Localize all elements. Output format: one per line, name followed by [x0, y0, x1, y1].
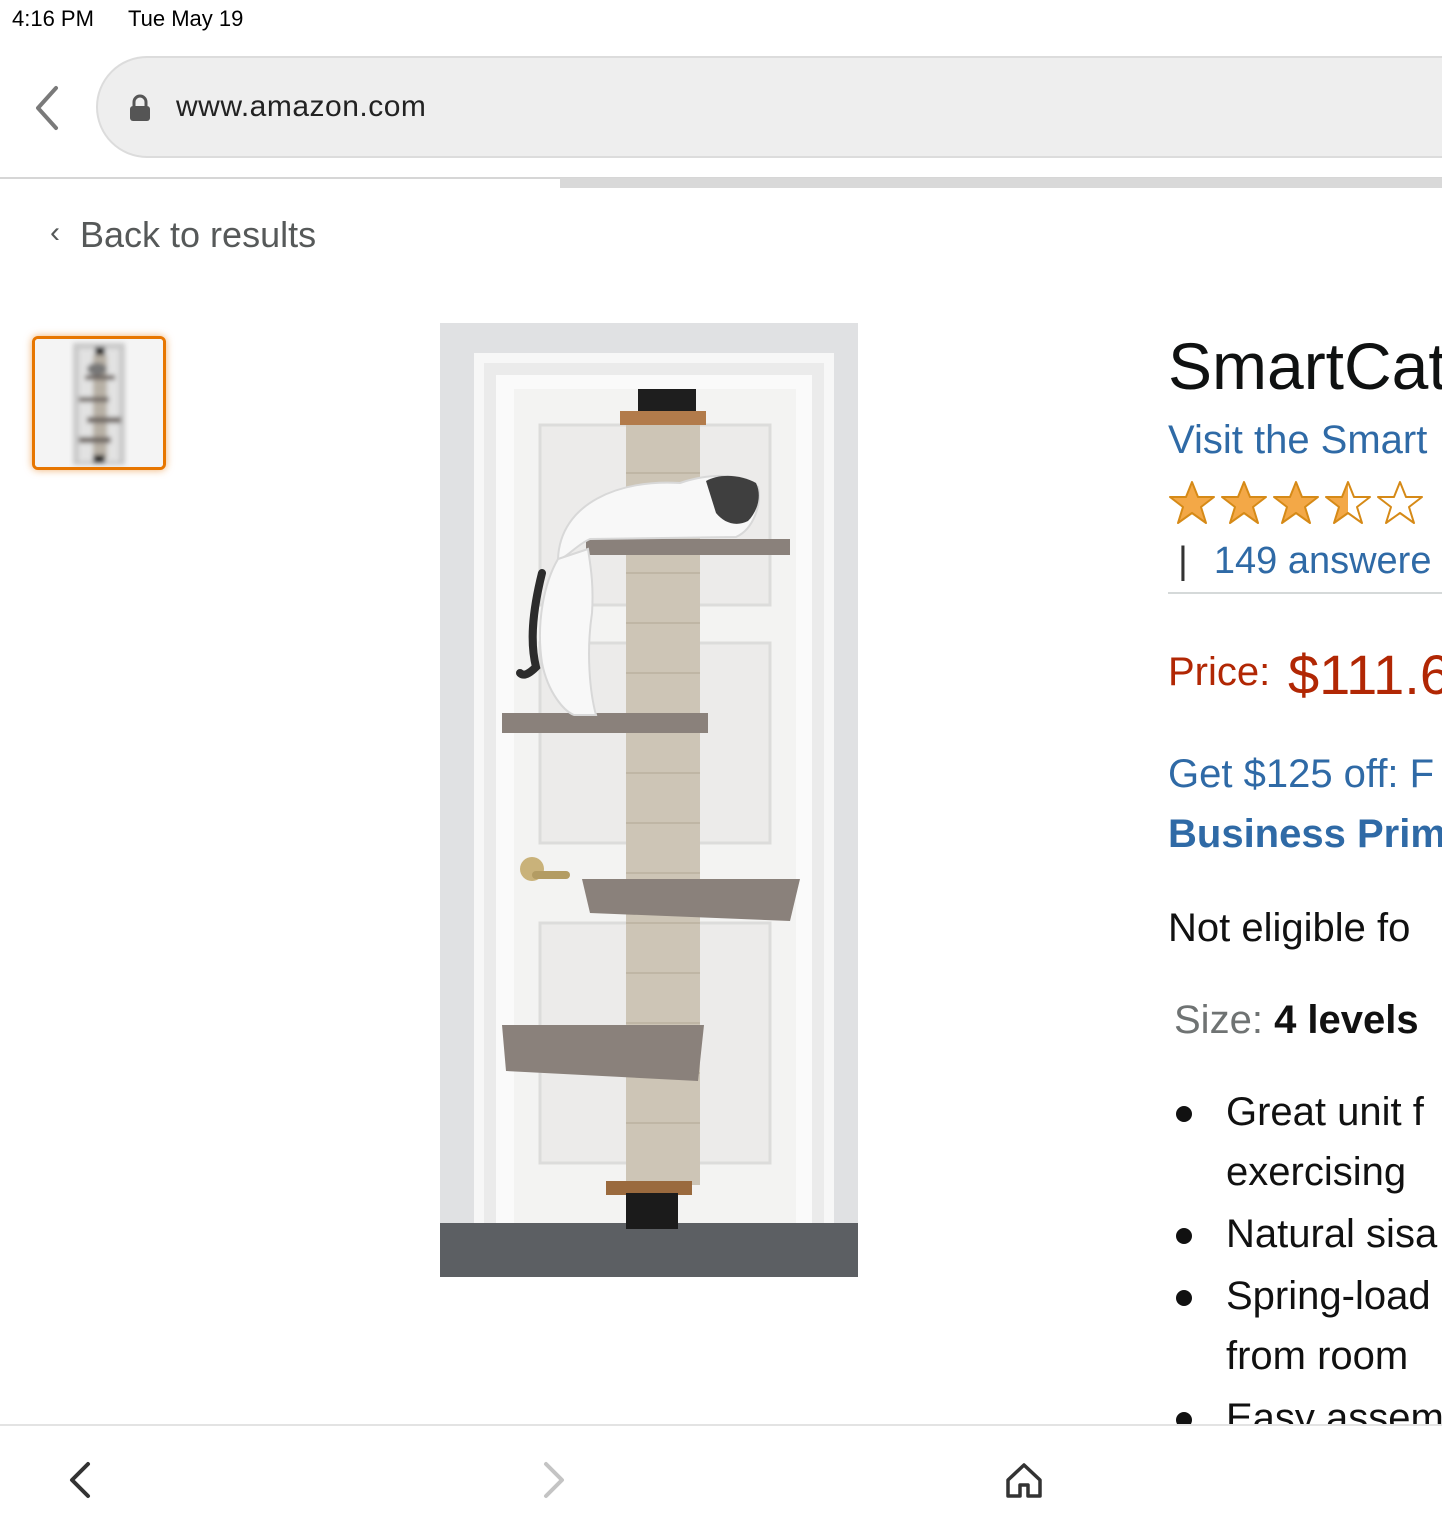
star-empty-icon	[1377, 481, 1423, 524]
size-value: 4 levels	[1274, 998, 1419, 1042]
lock-icon	[130, 94, 150, 121]
star-icon	[1273, 481, 1319, 524]
feature-bullet: Great unit f	[1226, 1090, 1424, 1134]
separator: |	[1178, 540, 1188, 582]
price-value: $111.6	[1288, 643, 1442, 706]
bullet-dot	[1176, 1228, 1192, 1244]
feature-bullet: Spring-load	[1226, 1274, 1431, 1318]
size-label: Size:	[1174, 998, 1263, 1042]
star-icon	[1221, 481, 1267, 524]
status-date: Tue May 19	[128, 6, 244, 31]
feature-bullet-continued: from room	[1226, 1334, 1409, 1378]
status-time: 4:16 PM	[12, 6, 94, 31]
product-title: SmartCat	[1168, 329, 1442, 403]
home-icon[interactable]	[1004, 1460, 1044, 1500]
back-to-results-label: Back to results	[80, 214, 317, 255]
size-selector[interactable]: Size: 4 levels	[1174, 998, 1419, 1043]
star-rating[interactable]	[1166, 478, 1426, 530]
answers-label: 149 answere	[1213, 540, 1432, 582]
price-label: Price:	[1168, 650, 1271, 694]
chevron-left-icon[interactable]	[66, 1460, 96, 1500]
bullet-dot	[1176, 1290, 1192, 1306]
business-prime-link[interactable]: Business Prim	[1168, 812, 1442, 857]
feature-bullet: Natural sisa	[1226, 1212, 1438, 1256]
eligibility-text: Not eligible fo	[1168, 906, 1411, 950]
url-text[interactable]: www.amazon.com	[176, 90, 426, 124]
chevron-left-icon[interactable]	[30, 82, 66, 134]
divider	[1168, 592, 1442, 594]
product-main-image[interactable]	[440, 323, 858, 1277]
promo-offer-link[interactable]: Get $125 off: F	[1168, 752, 1434, 797]
answered-questions-link[interactable]: | 149 answere	[1178, 540, 1431, 583]
visit-store-link[interactable]: Visit the Smart	[1168, 418, 1427, 463]
chevron-left-icon: ‹	[50, 216, 60, 249]
feature-bullet-continued: exercising	[1226, 1150, 1407, 1194]
star-icon	[1169, 481, 1215, 524]
thumbnail-selected[interactable]	[32, 336, 166, 470]
bullet-dot	[1176, 1106, 1192, 1122]
thumbnail-image	[35, 339, 163, 467]
back-to-results-link[interactable]: ‹ Back to results	[50, 214, 316, 256]
bottom-toolbar	[0, 1424, 1442, 1516]
page-load-progress	[560, 178, 1442, 188]
chevron-right-icon[interactable]	[538, 1460, 568, 1500]
star-half-icon	[1325, 481, 1371, 524]
